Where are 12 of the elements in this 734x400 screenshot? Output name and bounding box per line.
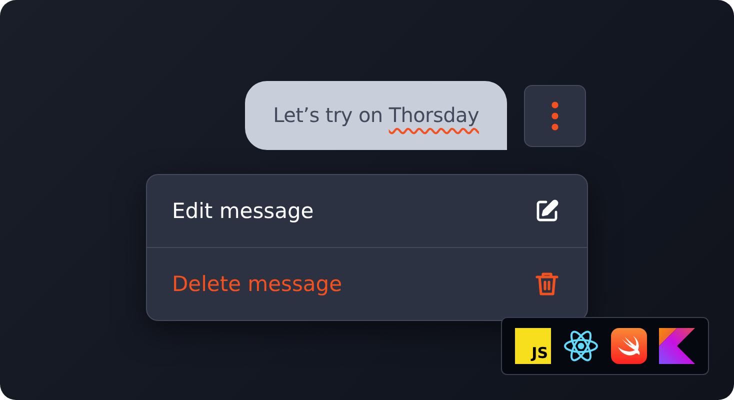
more-button[interactable] bbox=[524, 84, 586, 146]
trash-icon bbox=[535, 271, 559, 297]
menu-item-label: Edit message bbox=[172, 199, 314, 223]
react-logo bbox=[563, 328, 599, 364]
swift-logo bbox=[611, 328, 647, 364]
kotlin-logo bbox=[659, 328, 695, 364]
menu-item[interactable]: Edit message bbox=[147, 175, 587, 247]
message-text: Let’s try on Thorsday bbox=[273, 102, 479, 128]
dots-icon bbox=[551, 100, 559, 130]
menu-item-label: Delete message bbox=[172, 272, 342, 296]
edit-icon bbox=[535, 199, 559, 223]
javascript-logo: JS bbox=[515, 328, 551, 364]
